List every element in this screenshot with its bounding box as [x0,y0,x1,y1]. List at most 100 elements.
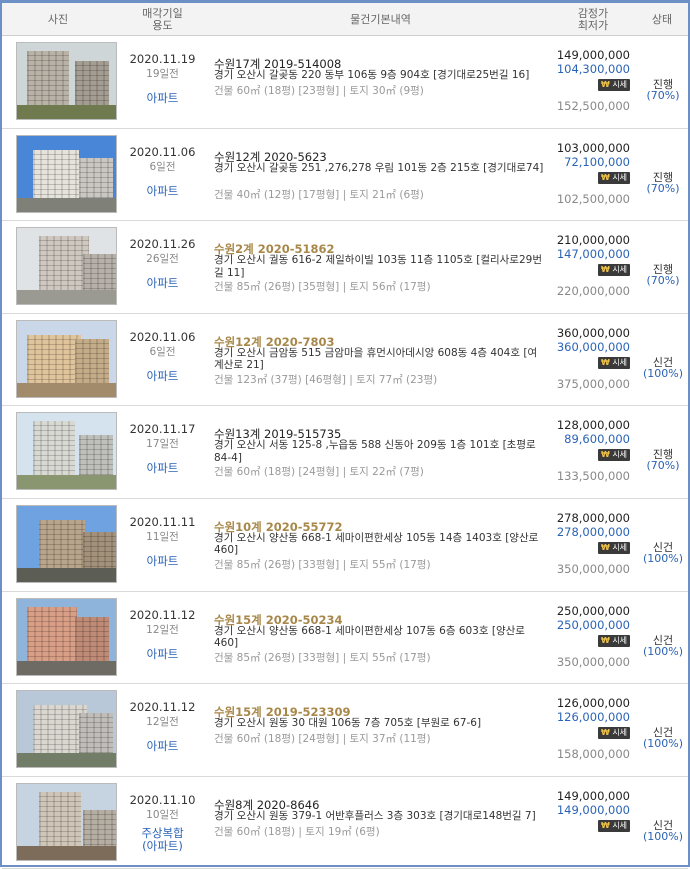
status-rate: (100%) [642,551,684,565]
property-use-link[interactable]: 아파트 [114,369,211,383]
property-photo[interactable] [16,227,117,306]
market-price: 375,000,000 [556,376,630,391]
property-use-link[interactable]: 주상복합 (아파트) [114,826,211,853]
badge-label: 시세 [612,728,628,738]
property-use-link[interactable]: 아파트 [114,554,211,568]
property-address: 경기 오산시 갈곶동 220 동부 106동 9층 904호 [경기대로25번길… [214,69,530,81]
property-photo[interactable] [16,412,117,491]
sale-date: 2020.11.10 [129,792,196,807]
status-rate: (70%) [646,274,680,288]
minimum-price: 104,300,000 [556,62,630,76]
header-date-use: 매각기일 용도 [114,3,211,36]
property-use-link[interactable]: 아파트 [114,277,211,290]
table-row[interactable]: 2020.11.12 12일전 아파트 수원15계 2020-50234 경기 … [2,592,688,685]
area-info: 건물 85㎡ (26평) [35평형] | 토지 56㎡ (17평) [214,281,431,294]
sale-date: 2020.11.06 [129,144,196,159]
badge-label: 시세 [612,635,628,645]
badge-label: 시세 [612,820,628,830]
market-price-badge[interactable]: ₩ 시세 [598,541,630,554]
area-info: 건물 60㎡ (18평) [24평형] | 토지 22㎡ (7평) [214,466,424,479]
table-row[interactable]: 2020.11.17 17일전 아파트 수원13계 2019-515735 경기… [2,406,688,499]
status-rate: (100%) [642,366,684,380]
table-row[interactable]: 2020.11.11 11일전 아파트 수원10계 2020-55772 경기 … [2,499,688,592]
table-row[interactable]: 2020.11.06 6일전 아파트 수원12계 2020-7803 경기 오산… [2,314,688,407]
market-price-badge[interactable]: ₩ 시세 [598,727,630,740]
days-ago: 11일전 [146,530,179,543]
status-rate: (70%) [646,181,680,195]
table-row[interactable]: 2020.11.12 12일전 아파트 수원15계 2019-523309 경기… [2,684,688,777]
property-use-link[interactable]: 아파트 [114,740,211,753]
property-photo[interactable] [16,134,117,213]
status-rate: (70%) [646,459,680,473]
days-ago: 6일전 [149,345,176,358]
minimum-price: 147,000,000 [556,247,630,262]
area-info: 건물 60㎡ (18평) [23평형] | 토지 30㎡ (9평) [214,85,424,97]
market-price-badge[interactable]: ₩ 시세 [598,449,630,462]
days-ago: 6일전 [149,160,176,173]
header-price: 감정가 최저가 [550,3,636,36]
property-address: 경기 오산시 원동 30 대원 106동 7층 705호 [부원로 67-6] [214,717,482,730]
badge-label: 시세 [612,542,628,552]
sale-date: 2020.11.26 [129,237,196,252]
market-price: 350,000,000 [556,561,630,576]
minimum-price: 72,100,000 [564,154,630,169]
property-photo[interactable] [16,42,117,120]
property-use-link[interactable]: 아파트 [114,184,211,198]
market-price: 133,500,000 [556,469,630,484]
market-price-badge[interactable]: ₩ 시세 [598,819,630,832]
property-use-link[interactable]: 아파트 [114,92,211,105]
market-price: 158,000,000 [556,747,630,762]
badge-label: 시세 [612,357,628,367]
badge-label: 시세 [612,172,628,182]
property-use-link[interactable]: 아파트 [114,647,211,661]
property-address: 경기 오산시 궐동 616-2 제일하이빌 103동 11층 1105호 [컬리… [214,254,542,279]
property-address: 경기 오산시 서동 125-8 ,누읍동 588 신동아 209동 1층 101… [214,439,536,464]
header-photo: 사진 [47,12,69,26]
header-minimum: 최저가 [577,18,609,32]
property-use-link[interactable]: 아파트 [114,462,211,475]
appraisal-price: 103,000,000 [556,140,630,155]
badge-label: 시세 [612,450,628,460]
days-ago: 26일전 [146,253,179,266]
area-info: 건물 60㎡ (18평) | 토지 19㎡ (6평) [214,825,380,838]
days-ago: 12일전 [146,716,179,729]
minimum-price: 149,000,000 [556,802,630,817]
market-price: 152,500,000 [556,99,630,113]
property-photo[interactable] [16,504,117,583]
area-info: 건물 85㎡ (26평) [33평형] | 토지 55㎡ (17평) [214,558,431,571]
market-price-badge[interactable]: ₩ 시세 [598,264,630,277]
header-status: 상태 [651,12,673,26]
appraisal-price: 149,000,000 [556,48,630,62]
table-row[interactable]: 2020.11.06 6일전 아파트 수원12계 2020-5623 경기 오산… [2,129,688,222]
sale-date: 2020.11.12 [129,700,196,715]
minimum-price: 278,000,000 [556,524,630,539]
market-price-badge[interactable]: ₩ 시세 [598,171,630,184]
appraisal-price: 250,000,000 [556,603,630,618]
header-appraisal: 감정가 [577,6,609,20]
property-photo[interactable] [16,319,117,398]
property-photo[interactable] [16,782,117,861]
status-rate: (70%) [646,89,680,102]
minimum-price: 89,600,000 [564,432,630,447]
property-address: 경기 오산시 양산동 668-1 세마이편한세상 105동 14층 1403호 … [214,531,539,557]
header-use: 용도 [152,18,173,32]
table-row[interactable]: 2020.11.10 10일전 주상복합 (아파트) 수원8계 2020-864… [2,777,688,869]
table-row[interactable]: 2020.11.19 19일전 아파트 수원17계 2019-514008 경기… [2,36,688,129]
property-address: 경기 오산시 원동 379-1 어반후플러스 3층 303호 [경기대로148번… [214,809,536,822]
market-price-badge[interactable]: ₩ 시세 [598,634,630,647]
area-info: 건물 85㎡ (26평) [33평형] | 토지 55㎡ (17평) [214,651,431,664]
market-price: 220,000,000 [556,284,630,299]
property-photo[interactable] [16,597,117,676]
status-rate: (100%) [642,737,684,751]
table-row[interactable]: 2020.11.26 26일전 아파트 수원2계 2020-51862 경기 오… [2,221,688,314]
sale-date: 2020.11.12 [129,607,196,622]
badge-label: 시세 [612,80,628,89]
header-date: 매각기일 [142,6,183,20]
market-price-badge[interactable]: ₩ 시세 [598,79,630,91]
sale-date: 2020.11.11 [129,514,196,529]
market-price: 350,000,000 [556,654,630,669]
badge-label: 시세 [612,265,628,275]
minimum-price: 126,000,000 [556,710,630,725]
property-photo[interactable] [16,690,117,769]
market-price-badge[interactable]: ₩ 시세 [598,356,630,369]
